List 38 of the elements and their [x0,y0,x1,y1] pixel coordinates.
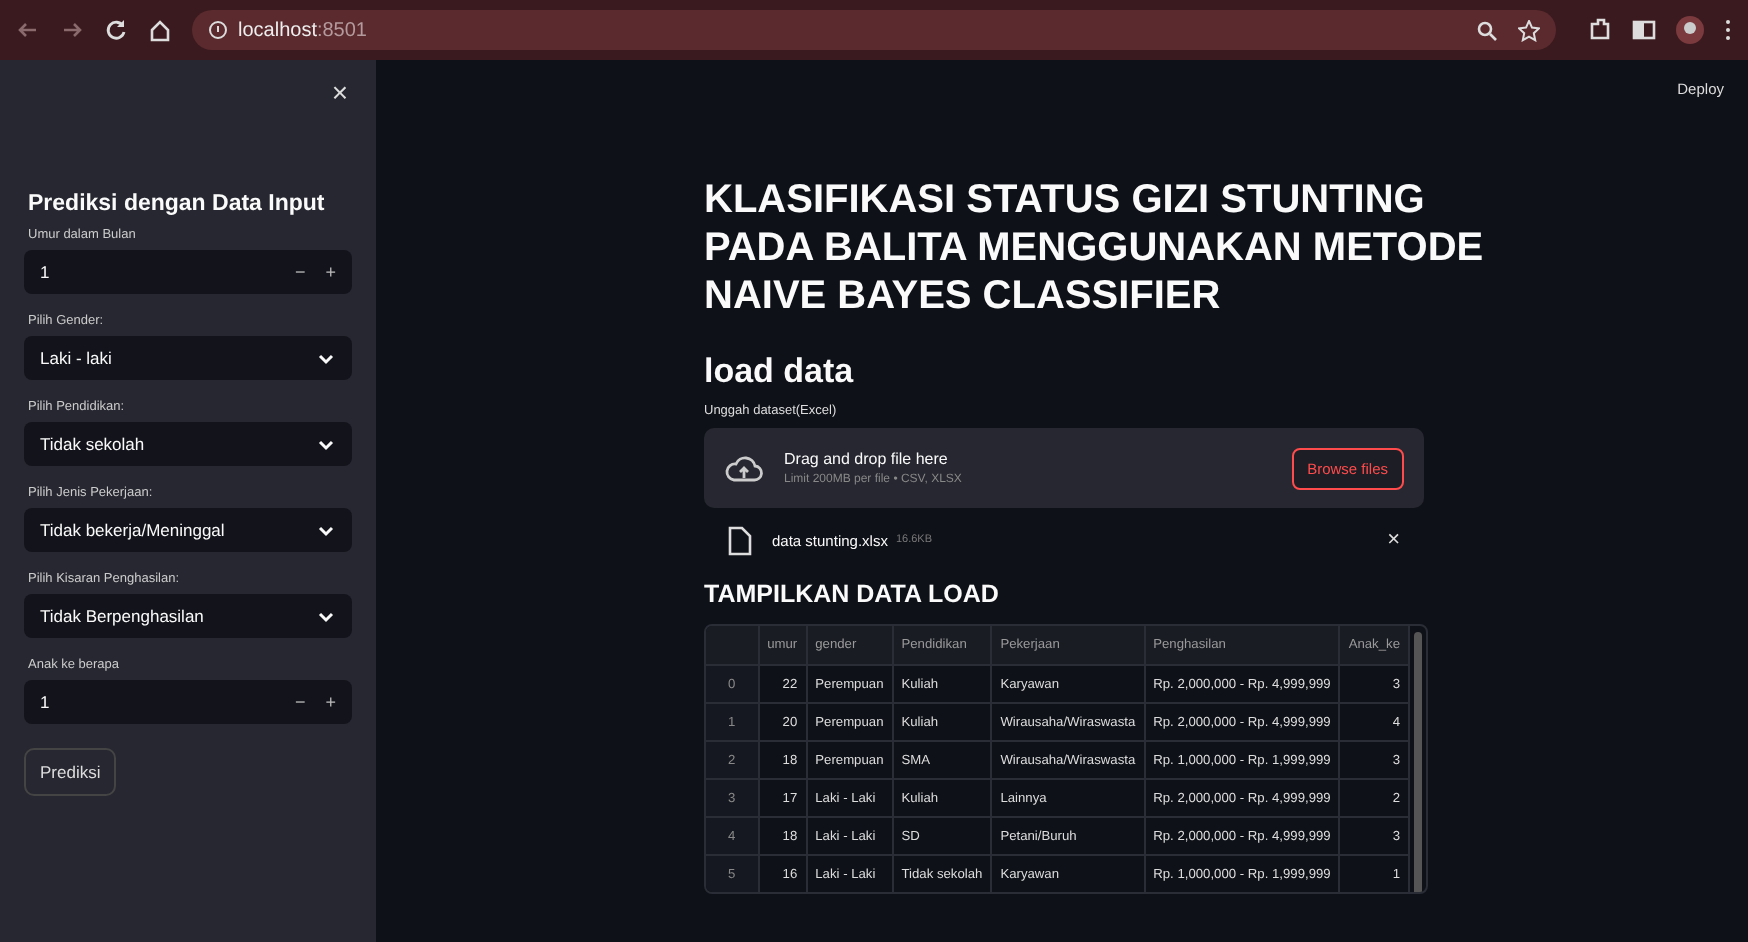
dropzone-text: Drag and drop file here [784,450,950,468]
select-field[interactable]: Tidak sekolah [24,422,352,466]
increment-button[interactable]: + [325,262,336,282]
select-field[interactable]: Laki - laki [24,336,352,380]
section-heading: TAMPILKAN DATA LOAD [704,580,1001,608]
avatar-icon[interactable] [1676,16,1704,44]
chevron-icon [316,521,336,539]
chevron-icon [316,349,336,367]
info-icon[interactable] [208,20,228,40]
close-button[interactable]: × [327,76,352,108]
predict-button[interactable]: Prediksi [24,748,117,796]
reload-icon[interactable] [104,18,128,42]
scrollbar[interactable] [1414,632,1422,892]
select-field[interactable]: Tidak bekerja/Meninggal [24,508,352,552]
select-field[interactable]: Tidak Berpenghasilan [24,594,352,638]
puzzle-icon[interactable] [1588,18,1612,42]
file-icon [728,525,752,555]
increment-button[interactable]: + [325,692,336,712]
number-input[interactable]: 1 − + [24,250,352,294]
url-text: localhost:8501 [238,19,367,41]
section-heading: load data [704,352,856,392]
zoom-icon[interactable] [1476,19,1498,41]
back-icon[interactable] [16,18,40,42]
number-input[interactable]: 1 − + [24,680,352,724]
forward-icon[interactable] [60,18,84,42]
remove-button[interactable]: × [1387,528,1400,552]
page-title: KLASIFIKASI STATUS GIZI STUNTING PADA BALITA MENGGUNAKAN METODE NAIVE BAYES CLASSIFIER [704,176,1486,320]
star-icon[interactable] [1518,19,1540,41]
chevron-icon [316,607,336,625]
decrement-button[interactable]: − [294,692,306,712]
sidebar-icon[interactable] [1632,18,1656,42]
sidebar-title: Prediksi dengan Data Input [28,192,327,216]
address-bar[interactable]: localhost:8501 [192,10,1556,50]
home-icon[interactable] [148,18,172,42]
chevron-icon [316,435,336,453]
cloud-upload-icon [724,453,764,483]
menu-icon[interactable] [1724,18,1732,42]
decrement-button[interactable]: − [294,262,306,282]
